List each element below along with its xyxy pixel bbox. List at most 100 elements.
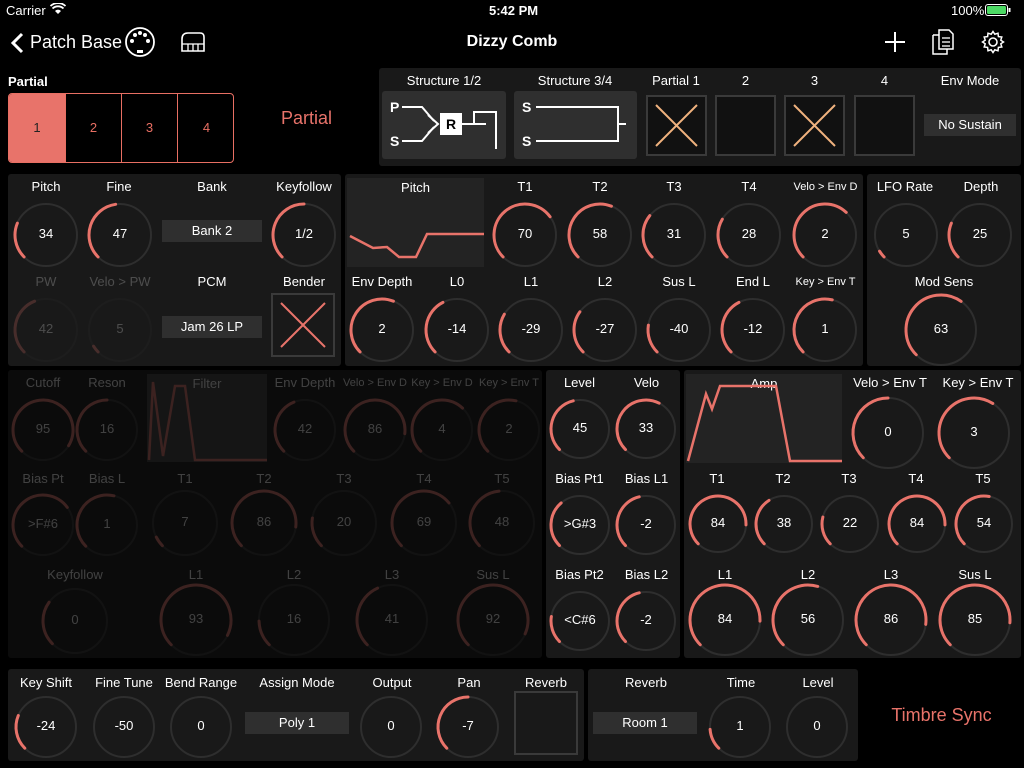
amp-bias-l2-knob[interactable]: -2 — [614, 589, 678, 653]
fine-tune-knob[interactable]: -50 — [91, 694, 157, 760]
filter-t3-knob[interactable]: 20 — [309, 488, 379, 558]
pan-knob[interactable]: -7 — [435, 694, 501, 760]
wg-pitch-knob[interactable]: 34 — [12, 201, 80, 269]
wg-pcm-button[interactable]: Jam 26 LP — [162, 316, 262, 338]
amp-l3-knob[interactable]: 86 — [853, 582, 929, 658]
wg-keyfollow-knob[interactable]: 1/2 — [270, 201, 338, 269]
penv-velo-env-knob[interactable]: 2 — [791, 201, 859, 269]
filter-cutoff-knob[interactable]: 95 — [10, 397, 76, 463]
penv-key-env-label: Key > Env T — [795, 276, 856, 288]
amp-t1-knob[interactable]: 84 — [687, 493, 749, 555]
wg-pw-knob[interactable]: 42 — [12, 296, 80, 364]
penv-l1-knob[interactable]: -29 — [497, 296, 565, 364]
filter-l3-knob[interactable]: 41 — [354, 582, 430, 658]
reverb-type-button[interactable]: Room 1 — [593, 712, 697, 734]
amp-t4-label: T4 — [908, 471, 924, 486]
partial-3-mute-toggle[interactable] — [784, 95, 845, 156]
amp-level-knob[interactable]: 45 — [548, 397, 612, 461]
reverb-toggle[interactable] — [514, 691, 578, 755]
amp-bias-pt1-knob[interactable]: >G#3 — [548, 493, 612, 557]
amp-t4-knob[interactable]: 84 — [886, 493, 948, 555]
amp-susl-label: Sus L — [958, 567, 992, 582]
amp-level-value: 45 — [572, 420, 588, 435]
amp-l1-knob[interactable]: 84 — [687, 582, 763, 658]
wg-bender-toggle[interactable] — [271, 293, 335, 357]
copy-icon[interactable] — [932, 29, 954, 60]
filter-l1-knob[interactable]: 93 — [158, 582, 234, 658]
filter-keyfollow-knob[interactable]: 0 — [40, 586, 110, 656]
filter-l2-knob[interactable]: 16 — [256, 582, 332, 658]
filter-velo-env-knob[interactable]: 86 — [342, 397, 408, 463]
amp-t2-knob[interactable]: 38 — [753, 493, 815, 555]
assign-mode-button[interactable]: Poly 1 — [245, 712, 349, 734]
filter-reson-knob[interactable]: 16 — [74, 397, 140, 463]
penv-l0-knob[interactable]: -14 — [423, 296, 491, 364]
timbre-sync-button[interactable]: Timbre Sync — [864, 705, 1019, 726]
wg-velo-pw-knob[interactable]: 5 — [86, 296, 154, 364]
wg-bank-button[interactable]: Bank 2 — [162, 220, 262, 242]
partial-segment-1[interactable]: 1 — [9, 94, 66, 162]
partial-1-mute-toggle[interactable] — [646, 95, 707, 156]
amp-key-env-t-value: 3 — [970, 424, 978, 439]
amp-level-label: Level — [563, 375, 596, 390]
filter-env-depth-value: 42 — [297, 421, 313, 436]
reverb-level-knob[interactable]: 0 — [784, 694, 850, 760]
filter-t2-value: 86 — [256, 514, 272, 529]
partial-segmented-control[interactable]: 1 2 3 4 — [8, 93, 234, 163]
amp-velo-env-t-knob[interactable]: 0 — [850, 395, 926, 471]
output-knob[interactable]: 0 — [358, 694, 424, 760]
filter-susl-knob[interactable]: 92 — [455, 582, 531, 658]
amp-susl-knob[interactable]: 85 — [937, 582, 1013, 658]
gear-icon[interactable] — [981, 30, 1005, 59]
penv-t3-knob[interactable]: 31 — [640, 201, 708, 269]
partial-segment-3[interactable]: 3 — [122, 94, 178, 162]
amp-l1-label: L1 — [717, 567, 733, 582]
penv-susl-knob[interactable]: -40 — [645, 296, 713, 364]
lfo-panel: LFO Rate 5 Depth 25 Mod Sens 63 — [867, 174, 1021, 366]
amp-velo-knob[interactable]: 33 — [614, 397, 678, 461]
lfo-mod-sens-knob[interactable]: 63 — [903, 292, 979, 368]
amp-t3-value: 22 — [842, 515, 858, 530]
amp-key-env-t-knob[interactable]: 3 — [936, 395, 1012, 471]
filter-t1-knob[interactable]: 7 — [150, 488, 220, 558]
amp-bias-l1-knob[interactable]: -2 — [614, 493, 678, 557]
partial-segment-2[interactable]: 2 — [66, 94, 122, 162]
amp-t5-knob[interactable]: 54 — [953, 493, 1015, 555]
add-icon[interactable] — [884, 31, 906, 58]
amp-bias-pt2-knob[interactable]: <C#6 — [548, 589, 612, 653]
amp-l2-knob[interactable]: 56 — [770, 582, 846, 658]
filter-env-depth-knob[interactable]: 42 — [272, 397, 338, 463]
structure-12-button[interactable]: P S R — [382, 91, 506, 159]
penv-t2-knob[interactable]: 58 — [566, 201, 634, 269]
filter-bias-pt-knob[interactable]: >F#6 — [10, 492, 76, 558]
partial-4-mute-toggle[interactable] — [854, 95, 915, 156]
bend-range-knob[interactable]: 0 — [168, 694, 234, 760]
structure-34-button[interactable]: S S — [514, 91, 637, 159]
amp-t1-value: 84 — [710, 515, 726, 530]
filter-key-env-d-knob[interactable]: 4 — [409, 397, 475, 463]
filter-key-env-t-knob[interactable]: 2 — [476, 397, 542, 463]
partial-2-mute-toggle[interactable] — [715, 95, 776, 156]
env-mode-button[interactable]: No Sustain — [924, 114, 1016, 136]
key-shift-knob[interactable]: -24 — [13, 694, 79, 760]
filter-t4-value: 69 — [416, 514, 432, 529]
filter-t2-knob[interactable]: 86 — [229, 488, 299, 558]
partial-segment-4[interactable]: 4 — [178, 94, 233, 162]
penv-key-env-knob[interactable]: 1 — [791, 296, 859, 364]
penv-l2-knob[interactable]: -27 — [571, 296, 639, 364]
wg-fine-knob[interactable]: 47 — [86, 201, 154, 269]
lfo-depth-knob[interactable]: 25 — [946, 201, 1014, 269]
penv-env-depth-knob[interactable]: 2 — [348, 296, 416, 364]
filter-t5-knob[interactable]: 48 — [467, 488, 537, 558]
filter-bias-l-knob[interactable]: 1 — [74, 492, 140, 558]
amp-t3-knob[interactable]: 22 — [819, 493, 881, 555]
filter-env-depth-label: Env Depth — [274, 375, 336, 390]
reverb-time-knob[interactable]: 1 — [707, 694, 773, 760]
partial-heading: Partial — [281, 108, 333, 128]
filter-t4-knob[interactable]: 69 — [389, 488, 459, 558]
penv-endl-knob[interactable]: -12 — [719, 296, 787, 364]
penv-t4-knob[interactable]: 28 — [715, 201, 783, 269]
penv-t1-knob[interactable]: 70 — [491, 201, 559, 269]
lfo-mod-sens-label: Mod Sens — [914, 274, 974, 289]
lfo-rate-knob[interactable]: 5 — [872, 201, 940, 269]
